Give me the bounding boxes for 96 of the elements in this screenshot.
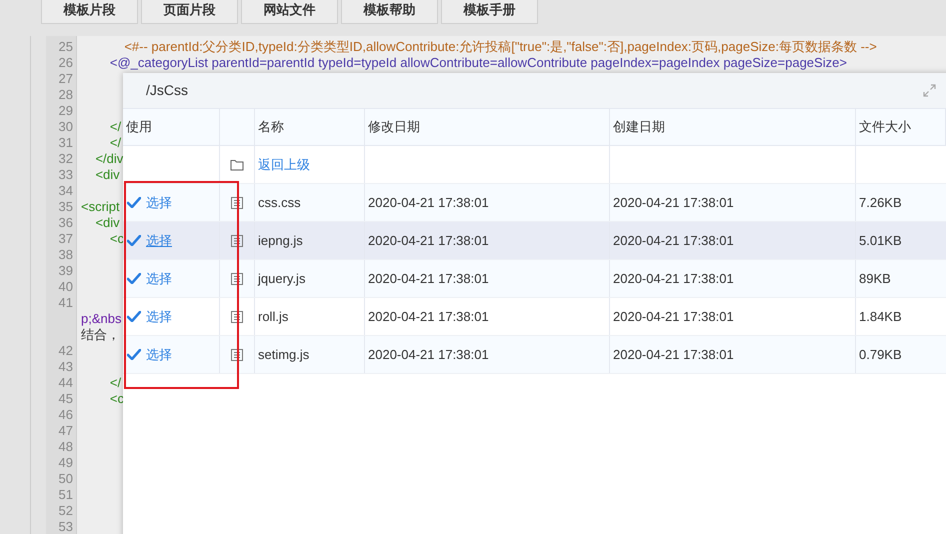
document-icon: [231, 272, 243, 284]
line-number: 33: [58, 167, 73, 182]
line-number: 51: [58, 487, 73, 502]
line-number: 43: [58, 359, 73, 374]
code-line: <div: [94, 167, 120, 182]
code-line: </: [108, 135, 122, 150]
line-number: 34: [58, 183, 73, 198]
line-number: 45: [58, 391, 73, 406]
document-icon: [231, 234, 243, 246]
line-number: 36: [58, 215, 73, 230]
file-name: setimg.js: [258, 346, 310, 364]
code-line: <#-- parentId:父分类ID,typeId:分类类型ID,allowContribute:允许投稿["true":是,"false":否],pageIndex:页码,pageSize:每页数据条数 -->: [123, 39, 877, 54]
line-number: 37: [58, 231, 73, 246]
file-size: 0.79KB: [859, 346, 902, 364]
column-header: 文件大小: [859, 118, 911, 136]
select-link[interactable]: 选择: [146, 192, 172, 212]
created-date: 2020-04-21 17:38:01: [613, 270, 734, 288]
line-number: 49: [58, 455, 73, 470]
line-number: 25: [58, 39, 73, 54]
file-size: 7.26KB: [859, 194, 902, 212]
line-number: 46: [58, 407, 73, 422]
line-number: 29: [58, 103, 73, 118]
line-number: 38: [58, 247, 73, 262]
created-date: 2020-04-21 17:38:01: [613, 346, 734, 364]
line-number: 30: [58, 119, 73, 134]
line-number: 41: [58, 295, 73, 310]
toolbar-button[interactable]: 网站文件: [241, 0, 338, 24]
checkmark-icon: [127, 235, 141, 246]
maximize-icon[interactable]: [923, 84, 936, 97]
line-number: 39: [58, 263, 73, 278]
line-number: 52: [58, 503, 73, 518]
code-line: <div: [94, 215, 120, 230]
toolbar-button[interactable]: 模板手册: [441, 0, 538, 24]
line-number: 32: [58, 151, 73, 166]
code-line: <script: [81, 199, 120, 214]
checkmark-icon: [127, 197, 141, 208]
code-line: 结合，: [81, 327, 120, 342]
column-header: 使用: [126, 118, 152, 136]
select-link[interactable]: 选择: [146, 268, 172, 288]
document-icon: [231, 348, 243, 360]
code-line: <c: [108, 391, 124, 406]
line-number: 50: [58, 471, 73, 486]
file-name: iepng.js: [258, 232, 303, 250]
table-row[interactable]: 选择 iepng.js 2020-04-21 17:38:01 2020-04-21 17:38:01 5.01KB: [123, 222, 946, 260]
code-line: <@_categoryList parentId=parentId typeId=typeId allowContribute=allowContribute pageIndex=pageIndex pageSize=pageSize>: [108, 55, 847, 70]
checkmark-icon: [127, 311, 141, 322]
checkmark-icon: [127, 349, 141, 360]
line-number: 35: [58, 199, 73, 214]
table-row[interactable]: 选择 setimg.js 2020-04-21 17:38:01 2020-04-21 17:38:01 0.79KB: [123, 336, 946, 374]
line-number: 28: [58, 87, 73, 102]
toolbar-button[interactable]: 模板片段: [41, 0, 138, 24]
line-number: 48: [58, 439, 73, 454]
file-size: 89KB: [859, 270, 891, 288]
modified-date: 2020-04-21 17:38:01: [368, 346, 489, 364]
checkmark-icon: [127, 273, 141, 284]
line-number: 47: [58, 423, 73, 438]
table-row[interactable]: 选择 css.css 2020-04-21 17:38:01 2020-04-21 17:38:01 7.26KB: [123, 184, 946, 222]
modified-date: 2020-04-21 17:38:01: [368, 194, 489, 212]
file-size: 5.01KB: [859, 232, 902, 250]
line-number: 44: [58, 375, 73, 390]
code-line: </: [108, 375, 122, 390]
parent-folder-link[interactable]: 返回上级: [258, 154, 310, 174]
line-number: 27: [58, 71, 73, 86]
code-line: <c: [108, 231, 124, 246]
line-number: 53: [58, 519, 73, 534]
created-date: 2020-04-21 17:38:01: [613, 194, 734, 212]
table-row[interactable]: 选择 jquery.js 2020-04-21 17:38:01 2020-04-21 17:38:01 89KB: [123, 260, 946, 298]
column-header: 名称: [258, 118, 284, 136]
file-name: css.css: [258, 194, 301, 212]
file-size: 1.84KB: [859, 308, 902, 326]
line-number: 40: [58, 279, 73, 294]
line-number: 31: [58, 135, 73, 150]
column-header: 创建日期: [613, 118, 665, 136]
document-icon: [231, 310, 243, 322]
toolbar-button[interactable]: 模板帮助: [341, 0, 438, 24]
code-line: p;&nbs: [81, 311, 122, 326]
table-row[interactable]: 返回上级: [123, 146, 946, 184]
modified-date: 2020-04-21 17:38:01: [368, 232, 489, 250]
document-icon: [231, 196, 243, 208]
code-line: </: [108, 119, 122, 134]
created-date: 2020-04-21 17:38:01: [613, 232, 734, 250]
dialog-title: /JsCss: [146, 81, 188, 100]
modified-date: 2020-04-21 17:38:01: [368, 270, 489, 288]
line-number: 42: [58, 343, 73, 358]
code-line: </div: [94, 151, 124, 166]
select-link[interactable]: 选择: [146, 344, 172, 364]
toolbar-button[interactable]: 页面片段: [141, 0, 238, 24]
modified-date: 2020-04-21 17:38:01: [368, 308, 489, 326]
file-name: jquery.js: [258, 270, 306, 288]
folder-icon: [230, 158, 244, 170]
column-header: 修改日期: [368, 118, 420, 136]
created-date: 2020-04-21 17:38:01: [613, 308, 734, 326]
select-link[interactable]: 选择: [146, 306, 172, 326]
file-name: roll.js: [258, 308, 288, 326]
line-number: 26: [58, 55, 73, 70]
table-row[interactable]: 选择 roll.js 2020-04-21 17:38:01 2020-04-21 17:38:01 1.84KB: [123, 298, 946, 336]
